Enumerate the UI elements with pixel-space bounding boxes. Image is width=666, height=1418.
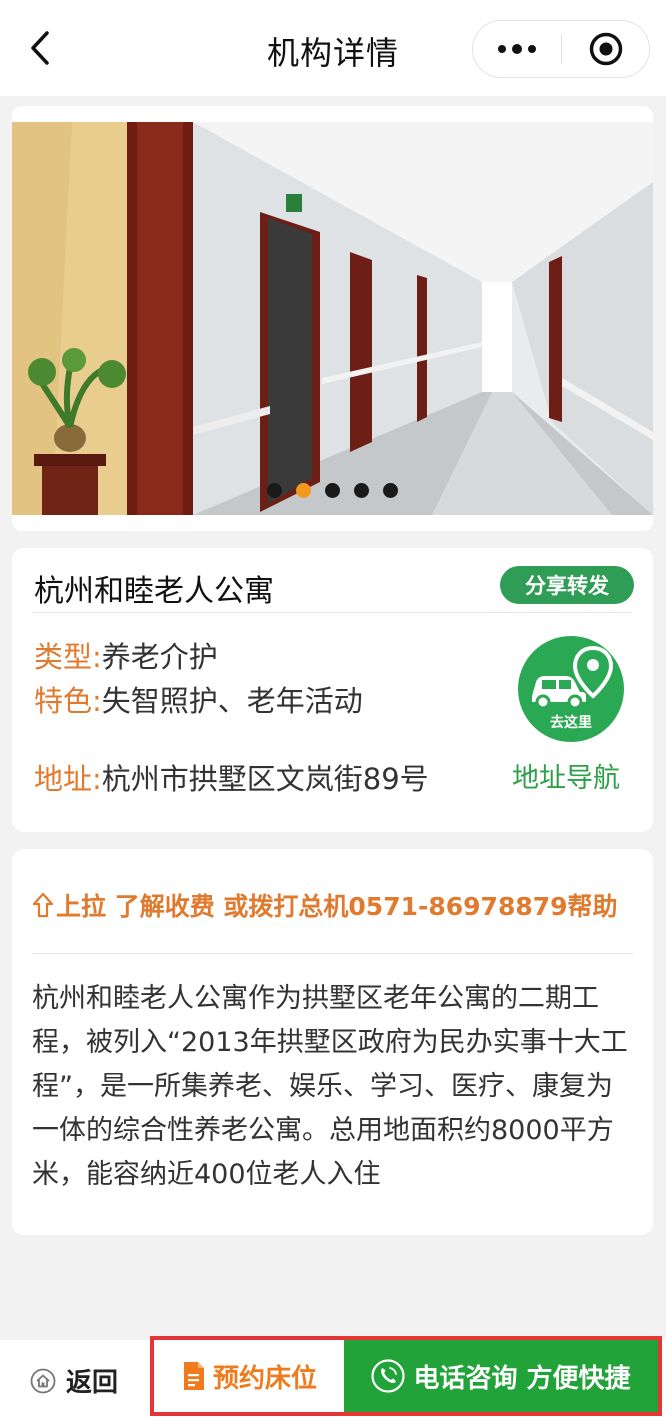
type-row: 类型:养老介护 — [34, 634, 218, 676]
carousel-dot[interactable] — [267, 483, 282, 498]
car-location-icon — [532, 645, 614, 710]
pull-up-tip-text: 上拉 了解收费 或拨打总机0571-86978879帮助 — [56, 892, 618, 921]
carousel-dot[interactable] — [325, 483, 340, 498]
back-home-button[interactable]: 返回 — [30, 1362, 118, 1399]
carousel-dot-active[interactable] — [296, 483, 311, 498]
divider — [32, 612, 633, 613]
goto-label: 去这里 — [550, 715, 592, 731]
feature-value: 失智照护、老年活动 — [101, 684, 363, 718]
description-card: 上拉 了解收费 或拨打总机0571-86978879帮助 杭州和睦老人公寓作为拱… — [12, 849, 653, 1235]
close-target-icon[interactable] — [562, 21, 649, 77]
home-icon — [30, 1368, 56, 1393]
divider — [32, 953, 633, 954]
page: 机构详情 杭州和睦老人公寓 分享转发 类型:养老介护 特色:失智照护、老年活动 … — [0, 0, 666, 1418]
carousel-dot[interactable] — [354, 483, 369, 498]
feature-label: 特色: — [34, 684, 102, 718]
info-card: 杭州和睦老人公寓 分享转发 类型:养老介护 特色:失智照护、老年活动 地址:杭州… — [12, 548, 653, 832]
address-navigation-link[interactable]: 地址导航 — [512, 756, 620, 795]
carousel-dot[interactable] — [383, 483, 398, 498]
carousel-dots — [12, 483, 653, 498]
more-icon[interactable] — [473, 21, 561, 77]
highlight-frame — [150, 1336, 662, 1416]
share-button[interactable]: 分享转发 — [500, 566, 634, 604]
type-value: 养老介护 — [101, 640, 218, 674]
banner-image[interactable] — [12, 122, 653, 515]
back-label: 返回 — [66, 1368, 119, 1398]
address-row: 地址:杭州市拱墅区文岚街89号 — [34, 756, 429, 798]
feature-row: 特色:失智照护、老年活动 — [34, 678, 363, 720]
nav-bar: 机构详情 — [0, 0, 666, 96]
description-text: 杭州和睦老人公寓作为拱墅区老年公寓的二期工程，被列入“2013年拱墅区政府为民办… — [32, 983, 628, 1190]
goto-navigation-button[interactable]: 去这里 — [518, 636, 624, 742]
arrow-up-icon — [32, 892, 54, 918]
address-value: 杭州市拱墅区文岚街89号 — [101, 762, 429, 796]
mini-program-capsule — [472, 20, 650, 78]
pull-up-tip[interactable]: 上拉 了解收费 或拨打总机0571-86978879帮助 — [32, 887, 618, 923]
banner-card — [12, 106, 653, 531]
address-label: 地址: — [34, 762, 102, 796]
type-label: 类型: — [34, 640, 102, 674]
org-name: 杭州和睦老人公寓 — [34, 574, 274, 609]
